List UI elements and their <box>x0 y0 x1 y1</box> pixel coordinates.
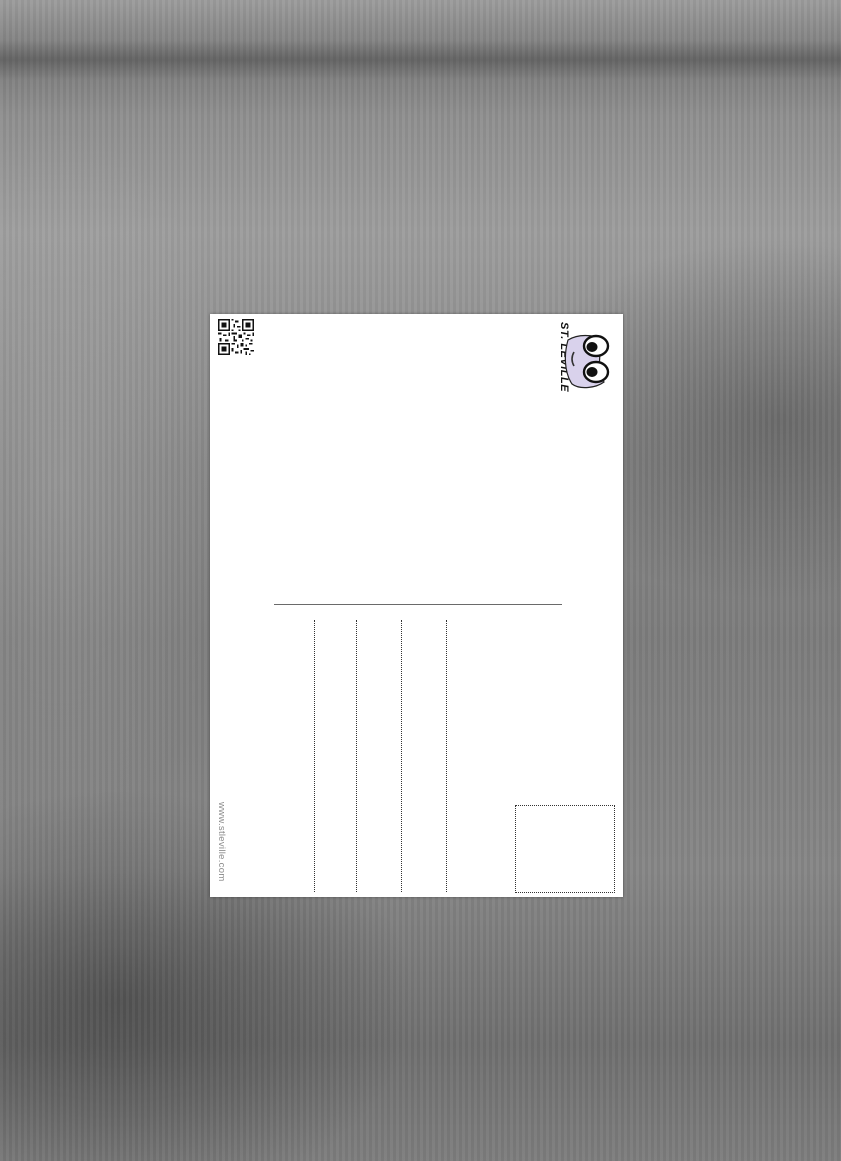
address-line <box>401 620 402 892</box>
qr-code-icon <box>218 319 254 355</box>
brand-logo: ST. LEVILLE <box>532 320 622 400</box>
postcard-back: ST. LEVILLE www.stleville.com <box>210 314 623 897</box>
scanner-edge-shadow <box>0 40 841 80</box>
stamp-box <box>515 805 615 893</box>
website-url: www.stleville.com <box>216 802 227 882</box>
message-divider-line <box>274 604 562 605</box>
address-line <box>356 620 357 892</box>
address-line <box>314 620 315 892</box>
cartoon-eyes-mascot-icon <box>564 334 610 389</box>
address-line <box>446 620 447 892</box>
